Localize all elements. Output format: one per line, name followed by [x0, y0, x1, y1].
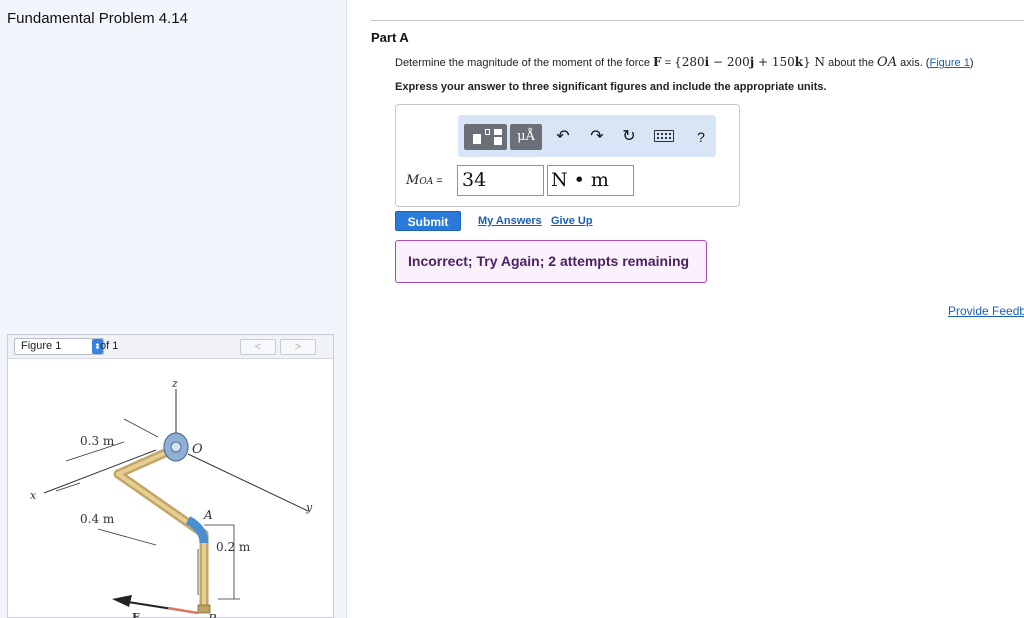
template-block-icon [473, 134, 481, 144]
next-figure-button[interactable]: > [280, 339, 316, 355]
keyboard-keys [657, 133, 671, 139]
force-term-k: + 150 [754, 55, 795, 69]
force-expr-open: {280 [674, 55, 705, 69]
math-toolbar: μÅ ↶ ↷ ↻ ? [458, 115, 716, 157]
provide-feedback-link[interactable]: Provide Feedb [948, 304, 1024, 318]
dimension-0-2m-label: 0.2 m [216, 540, 251, 554]
previous-figure-button[interactable]: < [240, 339, 276, 355]
figure-count-label: of 1 [100, 340, 119, 352]
axis-suffix: axis. ( [897, 57, 930, 69]
template-exponent-icon [485, 129, 490, 135]
redo-icon[interactable]: ↷ [588, 128, 606, 146]
equals-sign: = [661, 57, 675, 69]
moment-equals: = [433, 175, 443, 187]
part-divider [371, 20, 1024, 21]
figure-viewer: Figure 1 ⬍ of 1 < > z x y O A F 0.3 m 0.… [7, 334, 334, 618]
my-answers-link[interactable]: My Answers [478, 215, 542, 227]
keyboard-icon[interactable] [654, 130, 674, 142]
point-a-label: A [203, 508, 213, 522]
moment-label: MOA = [406, 173, 443, 188]
figure-diagram: z x y O A B F 0.3 m 0.4 m 0.2 m [30, 377, 313, 618]
figure-link[interactable]: Figure 1 [929, 57, 969, 69]
main-panel: Part A Determine the magnitude of the mo… [347, 0, 1024, 618]
answer-value-input[interactable]: 34 [457, 165, 544, 196]
y-axis-label: y [305, 501, 313, 514]
submit-button[interactable]: Submit [395, 211, 461, 231]
force-symbol: F [653, 55, 662, 69]
answer-units-input[interactable]: N • m [547, 165, 634, 196]
feedback-message: Incorrect; Try Again; 2 attempts remaini… [395, 240, 707, 283]
z-axis-label: z [171, 377, 178, 390]
point-b-label: B [207, 612, 217, 618]
moment-subscript: OA [419, 177, 434, 187]
force-f-label: F [132, 611, 140, 618]
x-axis-label: x [30, 489, 37, 502]
force-term-j: − 200 [709, 55, 750, 69]
question-text: Determine the magnitude of the moment of… [395, 55, 974, 70]
answer-box: μÅ ↶ ↷ ↻ ? MOA = 34 N • m [395, 104, 740, 207]
dimension-0-3m-label: 0.3 m [80, 434, 115, 448]
units-symbols-button[interactable]: μÅ [510, 124, 542, 150]
part-title: Part A [371, 30, 409, 45]
templates-button[interactable] [464, 124, 507, 150]
question-prefix: Determine the magnitude of the moment of… [395, 57, 654, 69]
axis-symbol: OA [877, 55, 898, 70]
figure-toolbar: Figure 1 ⬍ of 1 < > [8, 335, 333, 359]
point-o-label: O [192, 442, 203, 457]
dimension-0-4m-label: 0.4 m [80, 512, 115, 526]
template-denominator-icon [494, 137, 502, 145]
figure-select-value: Figure 1 [21, 340, 62, 352]
close-paren: ) [969, 57, 974, 69]
unit-vector-k: k [794, 55, 804, 69]
left-panel: Fundamental Problem 4.14 Figure 1 ⬍ of 1… [0, 0, 347, 618]
figure-select[interactable]: Figure 1 ⬍ [14, 338, 104, 355]
problem-title: Fundamental Problem 4.14 [7, 10, 188, 27]
template-numerator-icon [494, 129, 502, 135]
reset-icon[interactable]: ↻ [620, 128, 638, 146]
give-up-link[interactable]: Give Up [551, 215, 593, 227]
undo-icon[interactable]: ↶ [554, 128, 572, 146]
help-button[interactable]: ? [692, 128, 710, 146]
about-the-text: about the [825, 57, 878, 69]
instruction-text: Express your answer to three significant… [395, 81, 827, 93]
force-expr-close: } N [803, 55, 826, 69]
moment-symbol: M [406, 173, 420, 188]
